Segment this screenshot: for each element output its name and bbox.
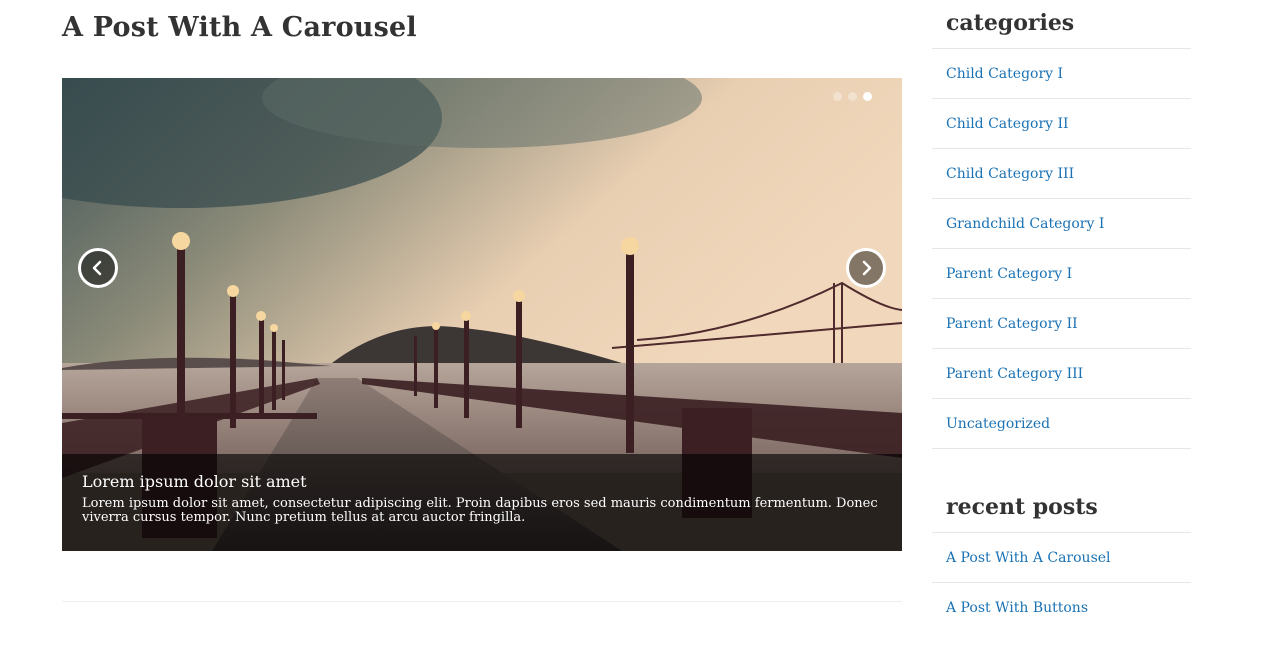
recent-posts-widget-title: recent posts xyxy=(946,494,1098,520)
caption-title: Lorem ipsum dolor sit amet xyxy=(82,472,307,491)
list-item: Parent Category II xyxy=(932,298,1191,348)
carousel-prev-button[interactable] xyxy=(78,248,118,288)
category-link[interactable]: Child Category II xyxy=(946,116,1069,132)
chevron-right-icon xyxy=(862,260,872,276)
list-item: A Post With A Carousel xyxy=(932,532,1191,582)
carousel-indicator[interactable] xyxy=(833,92,842,101)
carousel-indicator[interactable] xyxy=(848,92,857,101)
list-item: Parent Category I xyxy=(932,248,1191,298)
category-link[interactable]: Parent Category II xyxy=(946,316,1078,332)
recent-post-link[interactable]: A Post With A Carousel xyxy=(946,550,1111,566)
list-item: Grandchild Category I xyxy=(932,198,1191,248)
categories-widget-title: categories xyxy=(946,10,1075,36)
post-title: A Post With A Carousel xyxy=(62,12,417,43)
category-link[interactable]: Child Category III xyxy=(946,166,1074,182)
list-item: Child Category I xyxy=(932,48,1191,98)
category-link[interactable]: Parent Category I xyxy=(946,266,1072,282)
category-link[interactable]: Uncategorized xyxy=(946,416,1050,432)
chevron-left-icon xyxy=(92,260,102,276)
recent-posts-list: A Post With A Carousel A Post With Butto… xyxy=(932,532,1191,632)
caption-text: Lorem ipsum dolor sit amet, consectetur … xyxy=(82,496,878,525)
category-link[interactable]: Grandchild Category I xyxy=(946,216,1104,232)
carousel-next-button[interactable] xyxy=(846,248,886,288)
category-link[interactable]: Parent Category III xyxy=(946,366,1083,382)
carousel-indicator-active[interactable] xyxy=(863,92,872,101)
list-item: Parent Category III xyxy=(932,348,1191,398)
list-item: A Post With Buttons xyxy=(932,582,1191,632)
carousel-caption: Lorem ipsum dolor sit amet Lorem ipsum d… xyxy=(62,454,902,551)
image-carousel[interactable]: Lorem ipsum dolor sit amet Lorem ipsum d… xyxy=(62,78,902,551)
list-item: Child Category II xyxy=(932,98,1191,148)
content-divider xyxy=(62,601,902,602)
list-item: Child Category III xyxy=(932,148,1191,198)
recent-post-link[interactable]: A Post With Buttons xyxy=(946,600,1088,616)
category-link[interactable]: Child Category I xyxy=(946,66,1063,82)
categories-list: Child Category I Child Category II Child… xyxy=(932,48,1191,449)
carousel-indicators xyxy=(833,92,872,101)
list-item: Uncategorized xyxy=(932,398,1191,449)
